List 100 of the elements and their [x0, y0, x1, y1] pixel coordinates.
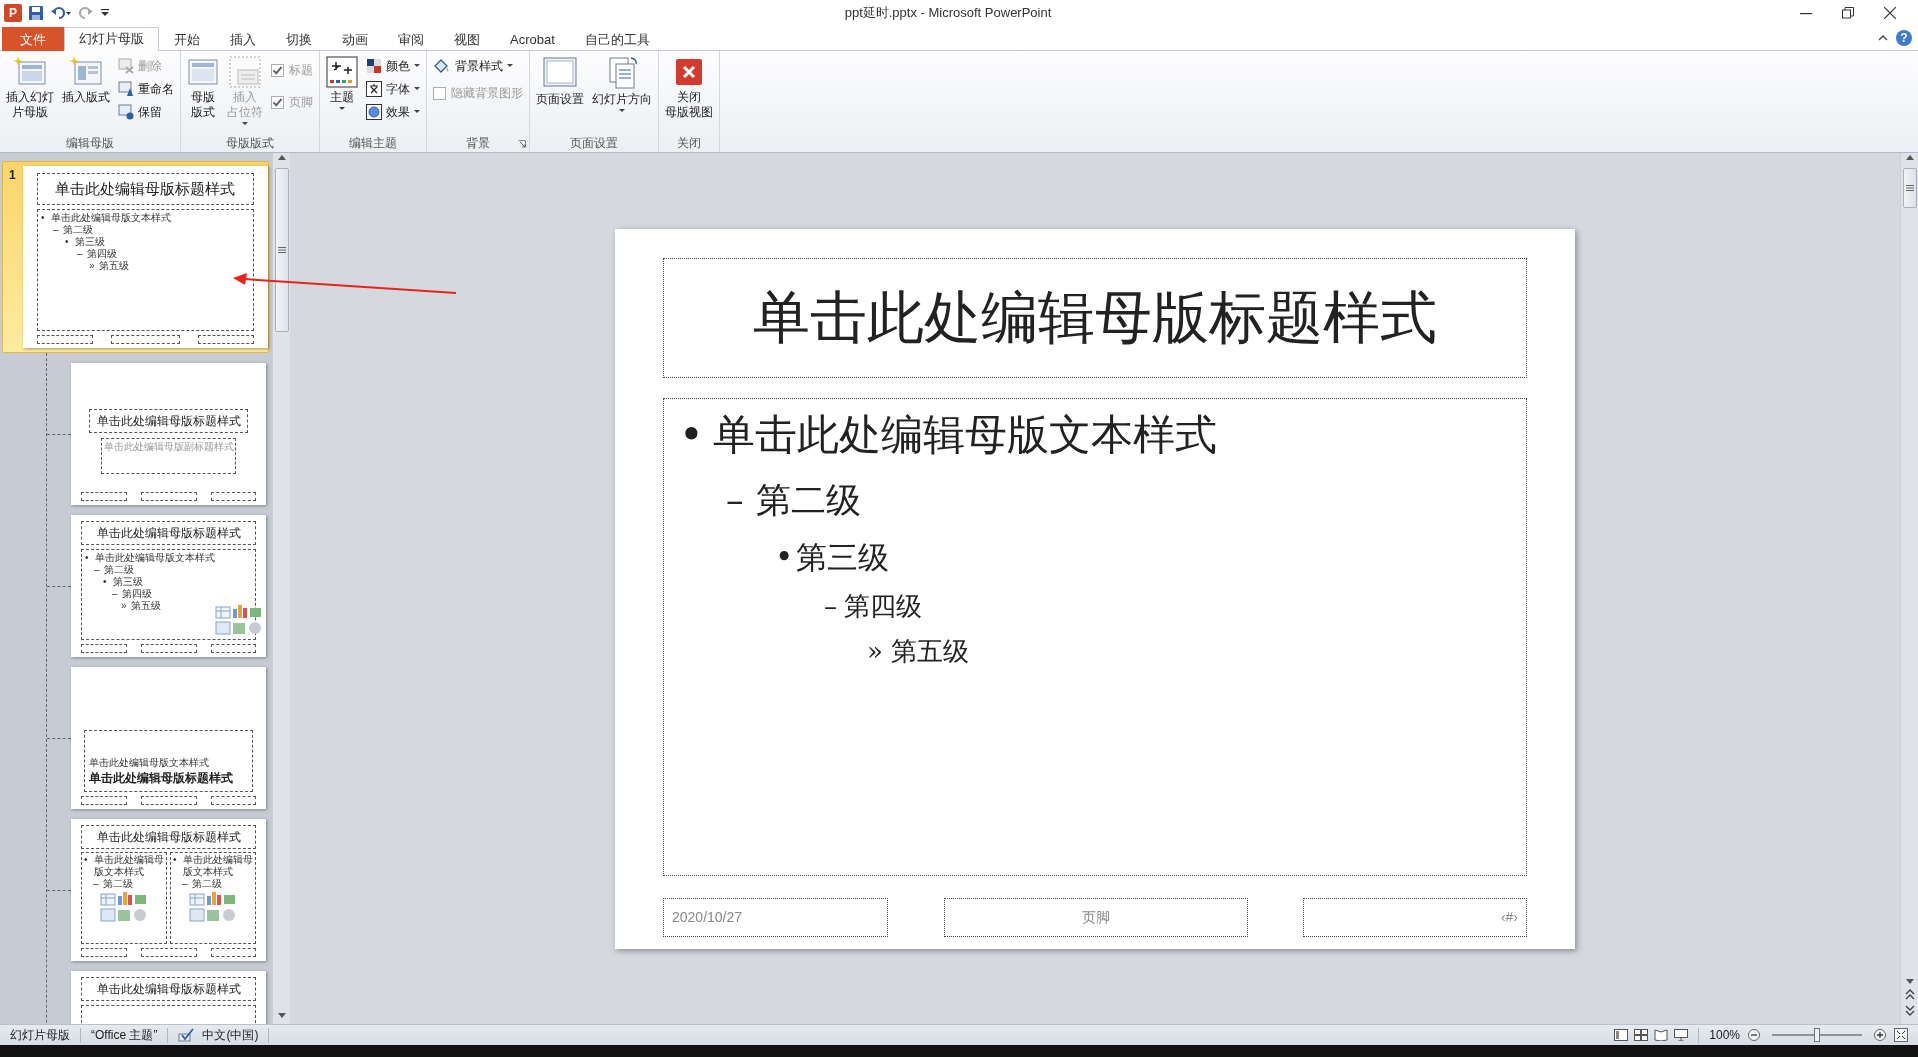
previous-slide-icon[interactable]: [1904, 989, 1915, 1001]
caret-icon: [414, 64, 420, 67]
bullet-mark: •: [40, 212, 46, 224]
placeholder-box: [210, 796, 256, 805]
ribbon-button[interactable]: 重命名: [115, 78, 177, 99]
ribbon-button[interactable]: 页面设置: [533, 54, 587, 109]
title-text-box[interactable]: 单击此处编辑母版标题样式: [663, 257, 1527, 378]
restore-icon[interactable]: [1842, 6, 1854, 19]
ribbon-button[interactable]: 字体: [363, 78, 423, 99]
fit-window-icon[interactable]: [1894, 1028, 1908, 1042]
slide-thumbnail[interactable]: 单击此处编辑母版标题样式: [71, 971, 266, 1024]
group-label: 母版版式: [225, 135, 275, 152]
page-icon: [542, 56, 578, 90]
status-text[interactable]: “Office 主题”: [91, 1026, 158, 1044]
slide-number: 1: [8, 167, 17, 184]
placeholder-box: [210, 948, 256, 957]
ribbon-tab[interactable]: 自己的工具: [569, 27, 665, 51]
body-text: 单击此处编辑母版文本样式: [94, 854, 164, 878]
group-label: 编辑母版: [65, 135, 115, 152]
zoom-in-icon[interactable]: [1874, 1029, 1886, 1041]
normal-view-icon[interactable]: [1614, 1029, 1629, 1041]
layout-icon: [187, 56, 219, 88]
caret-icon: [414, 110, 420, 113]
body-text: 第二级: [103, 878, 133, 890]
placeholder-box: [197, 335, 254, 344]
content-icons-drawing: [189, 890, 237, 924]
ribbon-tab[interactable]: 审阅: [383, 27, 439, 51]
ribbon-tab[interactable]: 动画: [327, 27, 383, 51]
group-label: 页面设置: [569, 135, 619, 152]
ribbon-button[interactable]: 关闭 母版视图: [662, 54, 716, 122]
ribbon-button[interactable]: 插入版式: [59, 54, 113, 107]
undo-icon[interactable]: [50, 4, 72, 21]
close-icon[interactable]: [1884, 6, 1896, 19]
slide-show-icon[interactable]: [1674, 1029, 1689, 1041]
placeholder-box: [36, 335, 94, 344]
placeholder-box: [210, 492, 256, 501]
bullet-mark: –: [94, 564, 101, 576]
ribbon-tab[interactable]: Acrobat: [495, 27, 570, 51]
placeholder-box: [140, 492, 197, 501]
body-text: 第二级: [192, 878, 222, 890]
body-text: 第五级: [891, 634, 969, 668]
caret-icon: [619, 109, 625, 112]
ribbon-button[interactable]: 颜色: [363, 55, 423, 76]
close-icon: [673, 56, 705, 88]
ribbon-tab[interactable]: 开始: [159, 27, 215, 51]
zoom-out-icon[interactable]: [1748, 1029, 1760, 1041]
slide-thumbnail[interactable]: 单击此处编辑母版标题样式 单击此处编辑母版副标题样式: [71, 363, 266, 505]
ribbon-button[interactable]: 母版 版式: [184, 54, 222, 122]
footer-text-box[interactable]: 页脚: [943, 897, 1248, 937]
scrollbar-thumb[interactable]: [1902, 168, 1917, 208]
slide-sorter-icon[interactable]: [1634, 1029, 1649, 1041]
slide-thumbnail[interactable]: 单击此处编辑母版标题样式 • 单击此处编辑母版文本样式 – 第二级 • 第三级 – 第四级 » 第五级: [71, 515, 266, 657]
thumbnail-title: 单击此处编辑母版标题样式: [81, 977, 256, 1001]
thumbnail-title: 单击此处编辑母版标题样式: [81, 825, 256, 849]
dialog-launcher-icon[interactable]: [518, 140, 526, 148]
ribbon-tab[interactable]: 幻灯片母版: [64, 27, 159, 51]
date-text-box[interactable]: 2020/10/27: [663, 897, 888, 937]
group-label: 编辑主题: [348, 135, 398, 152]
subtitle-placeholder: 单击此处编辑母版副标题样式: [101, 438, 236, 474]
zoom-level[interactable]: 100%: [1709, 1026, 1740, 1044]
slide-thumbnail[interactable]: 单击此处编辑母版标题样式 • 单击此处编辑母版文本样式 – 第二级 • 单击此处编辑母版文本样式 – 第二级: [71, 819, 266, 961]
caret-icon: [507, 64, 513, 67]
scroll-down-icon[interactable]: [1904, 978, 1915, 986]
ribbon-tab[interactable]: 视图: [439, 27, 495, 51]
spellcheck-icon[interactable]: [178, 1028, 195, 1042]
body-text-box[interactable]: • 单击此处编辑母版文本样式 – 第二级 •第三级 – 第四级 » 第五级: [663, 397, 1527, 876]
window-title: ppt延时.pptx - Microsoft PowerPoint: [844, 3, 1052, 22]
placeholder-box: [210, 644, 256, 653]
body-text: 第三级: [796, 538, 889, 577]
help-button[interactable]: ?: [1896, 29, 1912, 46]
scroll-down-icon[interactable]: [276, 1012, 287, 1020]
save-icon[interactable]: [28, 4, 44, 21]
placeholder-box: [81, 492, 127, 501]
slide-thumbnail[interactable]: 单击此处编辑母版文本样式 单击此处编辑母版标题样式: [71, 667, 266, 809]
ribbon-button[interactable]: 效果: [363, 101, 423, 122]
status-text[interactable]: 中文(中国): [202, 1026, 259, 1044]
slide-thumbnail[interactable]: 单击此处编辑母版标题样式 • 单击此处编辑母版文本样式 – 第二级 • 第三级 – 第四级 » 第五级: [22, 166, 268, 348]
grip-icon: [1905, 185, 1914, 191]
ribbon-button[interactable]: 背景样式: [430, 55, 526, 76]
zoom-slider-thumb[interactable]: [1814, 1028, 1820, 1042]
file-tab[interactable]: 文件: [2, 27, 64, 51]
section-title: 单击此处编辑母版标题样式: [89, 770, 234, 787]
ribbon-button[interactable]: 主题: [323, 54, 361, 112]
theme-icon: [326, 56, 358, 88]
body-text: 单击此处编辑母版文本样式: [95, 552, 215, 564]
ribbon-tab[interactable]: 插入: [215, 27, 271, 51]
next-slide-icon[interactable]: [1904, 1004, 1915, 1016]
slide-number-text-box[interactable]: ‹#›: [1303, 897, 1527, 937]
placeholder-box: [81, 948, 127, 957]
body-text: 第三级: [74, 236, 105, 248]
grip-icon: [277, 247, 286, 253]
ribbon-tab[interactable]: 切换: [271, 27, 327, 51]
ribbon-button[interactable]: 插入幻灯 片母版: [3, 54, 57, 122]
slide-pin-icon: [118, 103, 134, 120]
scrollbar-thumb[interactable]: [274, 168, 289, 332]
ribbon-button[interactable]: 幻灯片方向: [589, 54, 655, 114]
body-text: 单击此处编辑母版文本样式: [183, 854, 253, 878]
reading-view-icon[interactable]: [1654, 1029, 1669, 1041]
body-text: 单击此处编辑母版文本样式: [50, 212, 171, 224]
ribbon-button[interactable]: 保留: [115, 101, 177, 122]
